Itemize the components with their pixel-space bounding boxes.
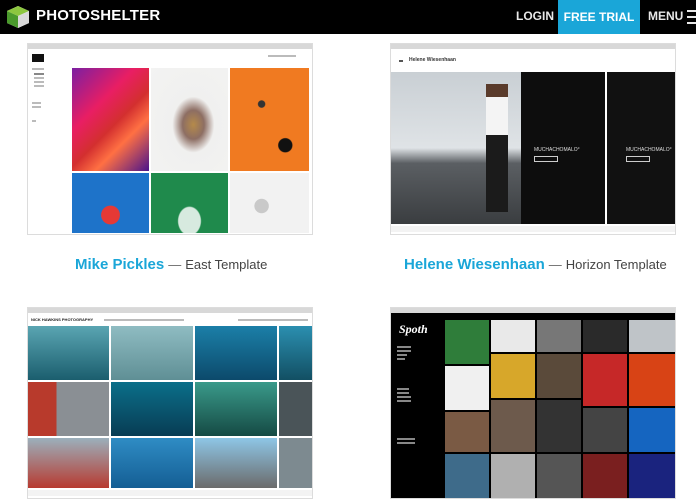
portrait-20[interactable] [629, 454, 675, 498]
photographer-name-link[interactable]: Helene Wiesenhaan [404, 256, 545, 273]
portrait-18[interactable] [537, 454, 581, 498]
portrait-15[interactable] [629, 408, 675, 452]
banner-text: MUCHACHOMALO° [534, 147, 580, 153]
portrait-19[interactable] [583, 454, 627, 498]
photo-sea[interactable] [279, 438, 312, 488]
template-name: Horizon Template [565, 257, 667, 272]
portrait-12[interactable] [491, 400, 535, 452]
mp-logo [32, 54, 44, 62]
portrait-6[interactable] [445, 366, 489, 410]
photo-whale-shark[interactable] [28, 326, 109, 380]
helene-site-title: Helene Wiesenhaan [409, 57, 456, 63]
portrait-1[interactable] [445, 320, 489, 364]
photo-green-figure[interactable] [151, 173, 228, 233]
mike-pickles-template-preview[interactable] [27, 43, 313, 235]
nick-site-title: NICK HAWKINS PHOTOGRAPHY [31, 317, 94, 322]
photo-white-objects[interactable] [230, 173, 309, 233]
nick-hawkins-template-preview[interactable]: NICK HAWKINS PHOTOGRAPHY [27, 307, 313, 499]
photo-model-standing[interactable] [486, 84, 508, 212]
mike-pickles-caption: Mike Pickles — East Template [75, 256, 268, 273]
top-navigation-bar: PHOTOSHELTER LOGIN FREE TRIAL MENU [0, 0, 696, 34]
photo-red-jacket[interactable] [28, 382, 109, 436]
portrait-11[interactable] [445, 412, 489, 452]
portrait-17[interactable] [491, 454, 535, 498]
photo-sculpture[interactable] [151, 68, 228, 171]
photo-kelp[interactable] [195, 382, 277, 436]
portrait-4[interactable] [583, 320, 627, 352]
photo-diver[interactable] [195, 326, 277, 380]
helene-wiesenhaan-template-preview[interactable]: Helene Wiesenhaan MUCHACHOMALO° MUCHACHO… [390, 43, 676, 235]
portrait-9[interactable] [583, 354, 627, 406]
helene-wiesenhaan-caption: Helene Wiesenhaan — Horizon Template [404, 256, 667, 273]
portrait-8[interactable] [537, 354, 581, 398]
portrait-7[interactable] [491, 354, 535, 398]
photo-aquarium[interactable] [111, 382, 193, 436]
photo-reef[interactable] [279, 326, 312, 380]
photo-rocks[interactable] [279, 382, 312, 436]
login-link[interactable]: LOGIN [516, 9, 554, 23]
photographer-name-link[interactable]: Mike Pickles [75, 256, 164, 273]
free-trial-label: FREE TRIAL [563, 10, 635, 24]
photo-deck[interactable] [195, 438, 277, 488]
portrait-5[interactable] [629, 320, 675, 352]
portrait-3[interactable] [537, 320, 581, 352]
photo-light-painting[interactable] [72, 68, 149, 171]
photo-swimmer[interactable] [111, 438, 193, 488]
portrait-13[interactable] [537, 400, 581, 452]
spoth-logo[interactable]: Spoth [399, 322, 428, 337]
template-name: East Template [185, 257, 268, 272]
photo-blue-box[interactable] [72, 173, 149, 233]
menu-button[interactable]: MENU [648, 9, 683, 23]
portrait-16[interactable] [445, 454, 489, 498]
photo-sharks[interactable] [111, 326, 193, 380]
portrait-10[interactable] [629, 354, 675, 406]
photo-orange-flatlay[interactable] [230, 68, 309, 171]
brand-name[interactable]: PHOTOSHELTER [36, 7, 160, 24]
hamburger-icon[interactable] [687, 10, 696, 24]
free-trial-button[interactable]: FREE TRIAL [558, 0, 640, 34]
spoth-template-preview[interactable]: Spoth [390, 307, 676, 499]
portrait-14[interactable] [583, 408, 627, 452]
photoshelter-logo-icon[interactable] [6, 5, 30, 29]
photo-boat[interactable] [28, 438, 109, 488]
portrait-2[interactable] [491, 320, 535, 352]
